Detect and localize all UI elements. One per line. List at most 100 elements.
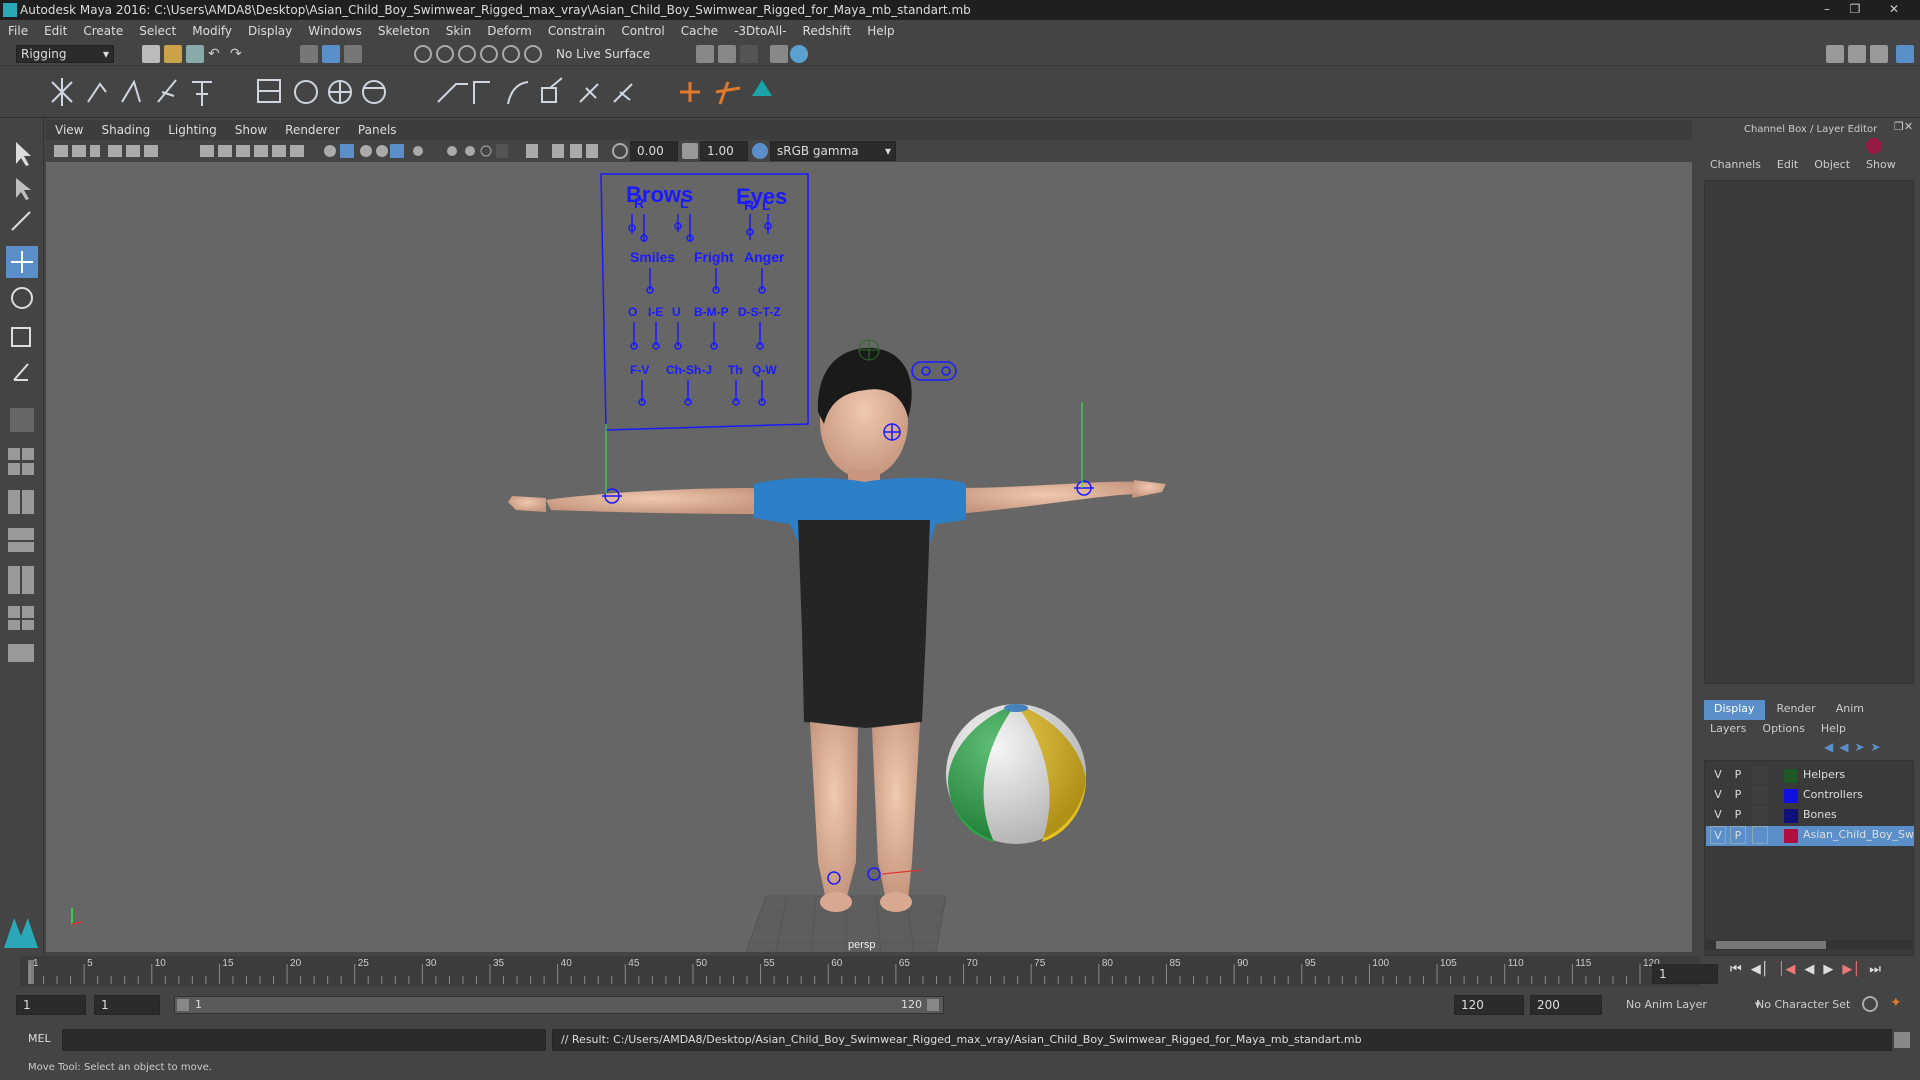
anim-layer-dropdown[interactable]: No Anim Layer ▾: [1614, 998, 1760, 1011]
snap-point-icon[interactable]: [458, 45, 476, 63]
color-management-icon[interactable]: [752, 143, 768, 159]
attribute-editor-icon[interactable]: [1848, 45, 1866, 63]
layer-visibility[interactable]: V: [1710, 786, 1726, 804]
layout-hypershade-icon[interactable]: [8, 606, 20, 618]
open-scene-icon[interactable]: [164, 45, 182, 63]
select-tool-icon[interactable]: [16, 142, 31, 166]
layout-single-icon[interactable]: [8, 448, 20, 460]
mirror-joint-icon[interactable]: [192, 81, 212, 106]
preferences-icon[interactable]: ✦: [1890, 995, 1902, 1011]
scale-tool-icon[interactable]: [11, 327, 31, 347]
script-editor-icon[interactable]: [1894, 1032, 1910, 1048]
panel-menu-panels[interactable]: Panels: [349, 123, 406, 137]
film-gate-icon[interactable]: [218, 145, 232, 157]
channelbox-pin-icon[interactable]: [1866, 138, 1882, 154]
resolution-gate-icon[interactable]: [236, 145, 250, 157]
channelbox-menu-object[interactable]: Object: [1814, 158, 1850, 178]
layer-action-icons[interactable]: ◀◀➤➤: [1824, 740, 1914, 756]
layer-menu-options[interactable]: Options: [1762, 722, 1804, 735]
layout-custom-icon[interactable]: [8, 644, 34, 662]
save-scene-icon[interactable]: [186, 45, 204, 63]
menu-modify[interactable]: Modify: [184, 24, 240, 38]
channel-box-icon[interactable]: [1896, 45, 1914, 63]
range-end-handle[interactable]: [927, 999, 939, 1011]
close-button[interactable]: ✕: [1870, 0, 1918, 18]
smooth-bind-icon[interactable]: [294, 80, 318, 104]
play-forward-icon[interactable]: ▶: [1823, 962, 1833, 984]
layer-visibility[interactable]: V: [1710, 806, 1726, 824]
gamma-icon[interactable]: [682, 143, 698, 159]
minimize-button[interactable]: –: [1814, 0, 1840, 18]
ik-spline-icon[interactable]: [121, 79, 141, 103]
channelbox-menu-edit[interactable]: Edit: [1777, 158, 1798, 178]
layer-playback[interactable]: P: [1730, 806, 1746, 824]
antialias-icon[interactable]: [496, 144, 508, 158]
perspective-viewport[interactable]: Brows Eyes R L R L Smiles Fright Anger O…: [46, 162, 1692, 952]
playback-end-field[interactable]: 120: [1454, 995, 1524, 1015]
layer-type-toggle[interactable]: [1752, 766, 1768, 784]
layout-four-icon[interactable]: [8, 463, 20, 475]
lights-icon[interactable]: [413, 146, 423, 156]
layer-playback[interactable]: P: [1730, 786, 1746, 804]
panel-menu-shading[interactable]: Shading: [92, 123, 159, 137]
channelbox-menu-show[interactable]: Show: [1866, 158, 1896, 178]
facial-rig-panel[interactable]: [600, 173, 809, 431]
isolate-select-icon[interactable]: [526, 144, 538, 158]
smooth-shade-icon[interactable]: [340, 144, 354, 158]
layer-row-mesh-selected[interactable]: V P Asian_Child_Boy_Swim: [1706, 826, 1915, 846]
layer-type-toggle[interactable]: [1752, 786, 1768, 804]
character-set-dropdown[interactable]: No Character Set: [1756, 998, 1850, 1011]
go-to-start-icon[interactable]: ⏮: [1730, 962, 1742, 984]
colorspace-dropdown[interactable]: sRGB gamma ▾: [770, 141, 896, 161]
render-frame-icon[interactable]: [696, 45, 714, 63]
gate-mask-icon[interactable]: [254, 145, 268, 157]
time-slider[interactable]: 1 5 10 15 20 25 30 35 40 45 50 55 60 65 70 75 80 85 90 95 10…: [20, 956, 1700, 986]
layer-playback[interactable]: P: [1730, 826, 1746, 844]
image-plane-icon[interactable]: [108, 145, 122, 157]
step-forward-frame-icon[interactable]: ▶│: [1842, 962, 1860, 984]
layout-outliner-icon[interactable]: [8, 528, 34, 540]
layout-graph-icon[interactable]: [8, 566, 20, 594]
menu-3dtoall[interactable]: -3DtoAll-: [726, 24, 794, 38]
layer-row-helpers[interactable]: V P Helpers: [1706, 766, 1914, 786]
channel-list[interactable]: [1704, 180, 1914, 684]
exposure-icon[interactable]: [612, 143, 628, 159]
menu-help[interactable]: Help: [859, 24, 902, 38]
layer-color-swatch[interactable]: [1784, 809, 1798, 823]
step-back-key-icon[interactable]: ◀│: [1751, 962, 1769, 984]
snap-curve-icon[interactable]: [436, 45, 454, 63]
layer-type-toggle[interactable]: [1752, 806, 1768, 824]
bind-skin-icon[interactable]: [257, 79, 281, 103]
ipr-render-icon[interactable]: [718, 45, 736, 63]
layer-color-swatch[interactable]: [1784, 829, 1798, 843]
layer-visibility[interactable]: V: [1710, 826, 1726, 844]
layer-type-toggle[interactable]: [1752, 826, 1768, 844]
grid-toggle-icon[interactable]: [200, 145, 214, 157]
layer-menu-help[interactable]: Help: [1821, 722, 1846, 735]
shadows-icon[interactable]: [447, 146, 457, 156]
layer-color-swatch[interactable]: [1784, 769, 1798, 783]
layer-visibility[interactable]: V: [1710, 766, 1726, 784]
parent-constraint-icon[interactable]: [437, 83, 468, 103]
menu-redshift[interactable]: Redshift: [795, 24, 860, 38]
go-to-end-icon[interactable]: ⏭: [1869, 962, 1881, 984]
aim-constraint-icon[interactable]: [579, 83, 599, 103]
menuset-dropdown[interactable]: Rigging ▾: [16, 45, 114, 63]
3dtoall-icon[interactable]: [752, 80, 772, 96]
hypershade-icon[interactable]: [770, 45, 788, 63]
xray-joints-icon[interactable]: [390, 144, 404, 158]
range-slider[interactable]: 1 120: [174, 996, 944, 1014]
cluster-icon[interactable]: [362, 80, 386, 104]
select-hierarchy-icon[interactable]: [300, 45, 318, 63]
character-model[interactable]: [508, 347, 1166, 912]
head-controller[interactable]: [858, 339, 880, 361]
start-time-field[interactable]: 1: [16, 995, 86, 1015]
menu-control[interactable]: Control: [613, 24, 672, 38]
layer-row-controllers[interactable]: V P Controllers: [1706, 786, 1914, 806]
panel-menu-lighting[interactable]: Lighting: [159, 123, 226, 137]
safe-action-icon[interactable]: [290, 145, 304, 157]
bookmark-icon[interactable]: [90, 145, 100, 157]
menu-windows[interactable]: Windows: [300, 24, 370, 38]
point-constraint-icon[interactable]: [473, 81, 490, 104]
wireframe-icon[interactable]: [324, 145, 336, 157]
